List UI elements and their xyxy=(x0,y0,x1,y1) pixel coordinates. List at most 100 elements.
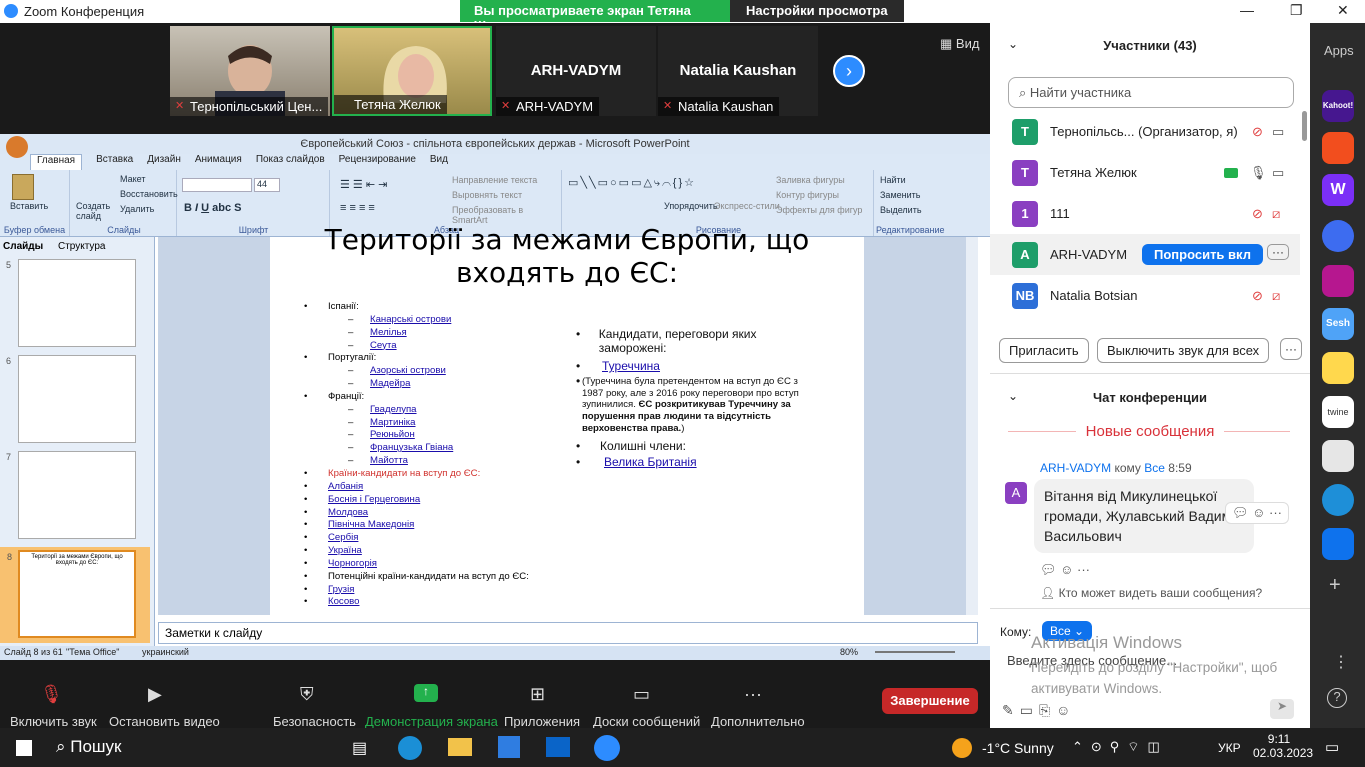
tab-insert[interactable]: Вставка xyxy=(96,154,133,170)
reset-button[interactable]: Восстановить xyxy=(120,189,178,199)
slide-link[interactable]: Албанія xyxy=(328,481,363,494)
shape-outline-button[interactable]: Контур фигуры xyxy=(776,190,839,200)
slide-link[interactable]: Мадейра xyxy=(370,378,410,391)
app-icon[interactable] xyxy=(1322,352,1354,384)
tab-review[interactable]: Рецензирование xyxy=(339,154,416,170)
shapes-icon[interactable]: ▭╲╲▭○▭▭△⤷⌒{}☆ xyxy=(568,176,696,190)
participant-row-hover[interactable]: A ARH-VADYM Попросить вкл ··· xyxy=(990,234,1300,275)
mute-all-button[interactable]: Выключить звук для всех xyxy=(1097,338,1270,363)
tray-icons[interactable]: ⌃⊙⚲⌔◫ xyxy=(1072,739,1168,755)
weather-text[interactable]: -1°C Sunny xyxy=(982,740,1054,756)
tab-outline[interactable]: Структура xyxy=(58,241,105,252)
app-icon[interactable] xyxy=(1322,220,1354,252)
app-icon[interactable] xyxy=(1322,132,1354,164)
office-button-icon[interactable] xyxy=(6,136,28,158)
participant-row[interactable]: T Тетяна Желюк 🎙︎ ▭ xyxy=(990,152,1300,193)
participant-row[interactable]: 1 111 ⊘ ⧄ xyxy=(990,193,1300,234)
slide-link[interactable]: Реюньйон xyxy=(370,429,415,442)
zoom-slider[interactable] xyxy=(875,651,955,653)
end-meeting-button[interactable]: Завершение xyxy=(882,688,978,714)
close-icon[interactable]: ✕ xyxy=(1337,2,1349,19)
tab-home[interactable]: Главная xyxy=(30,154,83,170)
shield-icon[interactable]: ⛨ xyxy=(300,684,314,705)
paste-icon[interactable] xyxy=(12,174,34,200)
clock[interactable]: 9:11 02.03.2023 xyxy=(1253,732,1313,760)
add-app-icon[interactable]: + xyxy=(1329,574,1341,597)
notification-icon[interactable]: ▭ xyxy=(1325,738,1339,756)
slide-link[interactable]: Гваделупа xyxy=(370,404,417,417)
twine-app-icon[interactable]: twine xyxy=(1322,396,1354,428)
view-settings-button[interactable]: Настройки просмотра ⌄ xyxy=(730,0,904,33)
ask-unmute-button[interactable]: Попросить вкл xyxy=(1142,244,1263,265)
help-icon[interactable]: ? xyxy=(1327,688,1347,708)
slide-link[interactable]: Канарські острови xyxy=(370,314,451,327)
arrange-button[interactable]: Упорядочить xyxy=(664,201,718,211)
invite-button[interactable]: Пригласить xyxy=(999,338,1089,363)
task-view-icon[interactable]: ▤ xyxy=(352,738,367,758)
new-slide-button[interactable]: Создать слайд xyxy=(76,201,110,221)
paste-button[interactable]: Вставить xyxy=(10,201,48,211)
send-icon[interactable]: ➤ xyxy=(1270,699,1294,719)
select-button[interactable]: Выделить xyxy=(880,205,922,215)
slide-link[interactable]: Азорські острови xyxy=(370,365,446,378)
slide-link[interactable]: Сербія xyxy=(328,532,358,545)
slide-link[interactable]: Грузія xyxy=(328,584,354,597)
chat-input-tools[interactable]: ✎▭⎘☺ xyxy=(1002,702,1076,719)
participant-search-input[interactable]: ⌕ Найти участника xyxy=(1008,77,1294,108)
layout-button[interactable]: Макет xyxy=(120,174,145,184)
who-can-see-link[interactable]: 👤︎ Кто может видеть ваши сообщения? xyxy=(1040,586,1262,600)
zoom-taskbar-icon[interactable] xyxy=(594,735,620,761)
language-indicator[interactable]: УКР xyxy=(1218,741,1241,755)
unmute-button[interactable]: Включить звук xyxy=(10,714,97,729)
slide-thumbnail[interactable]: 5 xyxy=(6,259,136,347)
participant-row[interactable]: NB Natalia Botsian ⊘ ⧄ xyxy=(990,275,1300,316)
next-page-icon[interactable]: › xyxy=(833,55,865,87)
app-icon[interactable] xyxy=(1322,484,1354,516)
slide-link[interactable]: Боснія і Герцеговина xyxy=(328,494,420,507)
uk-link[interactable]: Велика Британія xyxy=(604,455,697,469)
font-name-select[interactable] xyxy=(182,178,252,192)
slide-scrollbar[interactable] xyxy=(966,237,978,615)
tab-animation[interactable]: Анимация xyxy=(195,154,242,170)
edge-icon[interactable] xyxy=(398,736,422,760)
turkey-link[interactable]: Туреччина xyxy=(602,359,660,373)
more-vertical-icon[interactable]: ⋮ xyxy=(1333,652,1349,672)
more-button[interactable]: Дополнительно xyxy=(711,714,805,729)
share-screen-icon[interactable]: ↑ xyxy=(414,684,438,702)
slide-link[interactable]: Мартиніка xyxy=(370,417,416,430)
restore-icon[interactable]: ❐ xyxy=(1290,2,1303,19)
apps-button[interactable]: Приложения xyxy=(504,714,580,729)
explorer-icon[interactable] xyxy=(448,738,472,756)
mail-icon[interactable] xyxy=(546,737,570,757)
slide-link[interactable]: Сеута xyxy=(370,340,397,353)
tab-slideshow[interactable]: Показ слайдов xyxy=(256,154,325,170)
participant-row[interactable]: T Тернопільсь... (Организатор, я) ⊘ ▭ xyxy=(990,111,1300,152)
shape-fill-button[interactable]: Заливка фигуры xyxy=(776,175,845,185)
taskbar-search[interactable]: ⌕ Пошук xyxy=(56,737,122,757)
slide-link[interactable]: Мелілья xyxy=(370,327,407,340)
security-button[interactable]: Безопасность xyxy=(273,714,356,729)
slide-link[interactable]: Молдова xyxy=(328,507,368,520)
minimize-icon[interactable]: — xyxy=(1240,2,1254,18)
more-options-icon[interactable]: ··· xyxy=(1267,244,1289,260)
slide-link[interactable]: Французька Гвіана xyxy=(370,442,453,455)
text-direction-button[interactable]: Направление текста xyxy=(452,175,537,185)
delete-button[interactable]: Удалить xyxy=(120,204,154,214)
apps-icon[interactable]: ⊞ xyxy=(530,684,545,705)
app-icon[interactable] xyxy=(1322,528,1354,560)
video-tile[interactable]: ✕ Тернопільський Цен... xyxy=(170,26,330,121)
slide-thumbnail[interactable]: 6 xyxy=(6,355,136,443)
stop-video-button[interactable]: Остановить видео xyxy=(109,714,220,729)
mic-muted-icon[interactable]: 🎙︎ xyxy=(40,684,63,705)
video-camera-icon[interactable]: ▶︎ xyxy=(148,684,162,705)
quick-styles-button[interactable]: Экспресс-стили xyxy=(714,201,780,211)
share-screen-button[interactable]: Демонстрация экрана xyxy=(365,714,498,729)
slide-link[interactable]: Україна xyxy=(328,545,362,558)
app-icon[interactable] xyxy=(1322,265,1354,297)
align-text-button[interactable]: Выровнять текст xyxy=(452,190,522,200)
whiteboards-button[interactable]: Доски сообщений xyxy=(593,714,700,729)
smartart-button[interactable]: Преобразовать в SmartArt xyxy=(452,205,561,225)
view-button[interactable]: ▦ Вид xyxy=(940,36,979,52)
video-tile-speaking[interactable]: Тетяна Желюк xyxy=(332,26,492,116)
tab-design[interactable]: Дизайн xyxy=(147,154,181,170)
